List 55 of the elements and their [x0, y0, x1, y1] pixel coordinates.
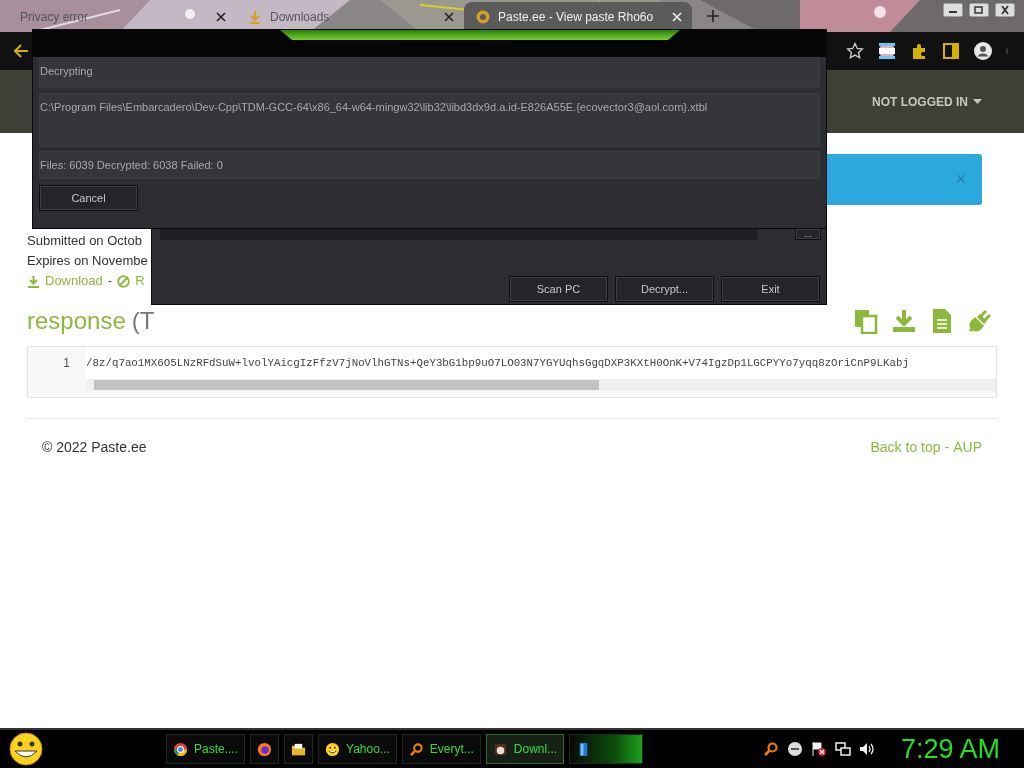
restore-icon[interactable] — [968, 2, 990, 18]
plus-icon[interactable] — [706, 9, 720, 23]
expiry-date: Expires on Novembe — [27, 252, 148, 270]
paste-type: (T — [131, 307, 155, 335]
smiley-icon[interactable] — [6, 731, 46, 767]
status-label: Decrypting — [40, 65, 93, 77]
clock: 7:29 AM — [900, 733, 1000, 765]
caret-icon — [973, 99, 982, 104]
sidebar-icon[interactable] — [942, 42, 960, 60]
download-icon — [248, 10, 262, 24]
copyright: © 2022 Paste.ee — [42, 439, 147, 455]
cancel-button[interactable]: Cancel — [39, 185, 138, 211]
speaker-icon[interactable] — [858, 741, 875, 757]
separator: - — [944, 439, 950, 455]
network-icon[interactable] — [834, 741, 851, 757]
taskbar-button[interactable]: Downl... — [485, 734, 565, 764]
taskbar-button[interactable] — [284, 734, 314, 764]
minimize-icon[interactable] — [942, 2, 964, 18]
smiley-icon — [325, 741, 341, 757]
taskbar-button[interactable] — [250, 734, 280, 764]
browser-tab[interactable]: Downloads — [236, 2, 464, 32]
profile-icon[interactable] — [974, 42, 992, 60]
taskbar-button[interactable]: Everyt... — [401, 734, 481, 764]
dialog-button[interactable]: Scan PC — [509, 276, 608, 302]
app-icon — [492, 741, 508, 757]
taskbar-button[interactable]: Yahoo... — [318, 734, 397, 764]
download-icon — [27, 274, 40, 288]
back-icon[interactable] — [12, 42, 30, 60]
search-icon[interactable] — [762, 741, 779, 757]
star-icon[interactable] — [846, 42, 864, 60]
dialog-button[interactable]: Decrypt... — [615, 276, 714, 302]
folder-icon — [291, 741, 307, 757]
file-path: C:\Program Files\Embarcadero\Dev-Cpp\TDM-GCC-64\x86_64-w64-mingw32\lib32\libd3dx9d.a.id-E826A55E.{ecovector3@aol.com}.xtbl — [40, 101, 708, 113]
file-counts: Files: 6039 Decrypted: 6038 Failed: 0 — [40, 159, 223, 171]
line-number: 1 — [62, 356, 71, 370]
submitted-date: Submitted on Octob — [27, 232, 142, 250]
user-menu[interactable]: NOT LOGGED IN — [872, 94, 982, 109]
site-icon — [476, 10, 490, 24]
close-icon[interactable] — [216, 12, 226, 22]
separator: - — [107, 272, 113, 290]
circle-icon[interactable] — [786, 741, 803, 757]
dialog-button[interactable]: Exit — [721, 276, 820, 302]
taskbar-button[interactable]: Paste.... — [166, 734, 246, 764]
ban-icon — [117, 274, 131, 288]
firefox-icon — [257, 741, 273, 757]
close-icon[interactable] — [994, 2, 1016, 18]
chrome-icon — [173, 741, 188, 757]
flag-icon[interactable] — [878, 42, 896, 60]
search-icon — [408, 741, 424, 757]
browser-tab[interactable]: Paste.ee - View paste Rho6o — [464, 2, 692, 32]
flag-icon[interactable] — [810, 741, 827, 757]
puzzle-icon[interactable] — [910, 42, 928, 60]
close-icon[interactable] — [444, 12, 454, 22]
scrollbar[interactable] — [86, 379, 996, 391]
paste-title: response — [27, 307, 126, 335]
